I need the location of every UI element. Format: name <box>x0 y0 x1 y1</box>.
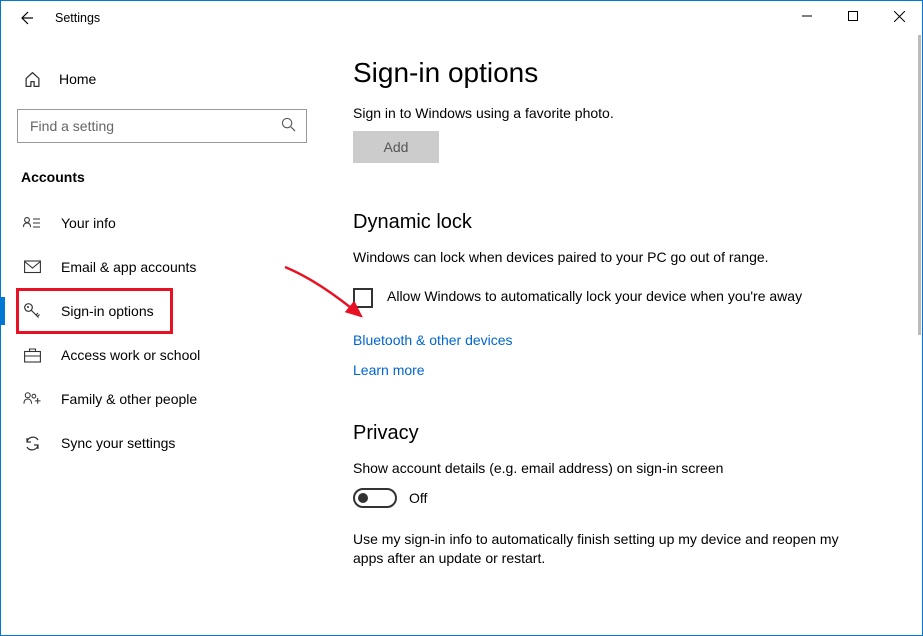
window-title: Settings <box>55 11 100 25</box>
dynamic-lock-checkbox[interactable] <box>353 288 373 308</box>
minimize-button[interactable] <box>784 1 830 31</box>
sidebar-item-sync-settings[interactable]: Sync your settings <box>17 421 309 465</box>
envelope-icon <box>23 258 41 276</box>
privacy-toggle[interactable] <box>353 488 397 508</box>
search-icon <box>281 117 296 135</box>
sidebar-item-label: Your info <box>61 215 116 231</box>
search-input-wrapper[interactable] <box>17 109 307 143</box>
privacy-toggle-label: Off <box>409 490 427 506</box>
dynamic-lock-title: Dynamic lock <box>353 211 892 234</box>
sync-icon <box>23 434 41 452</box>
main-content: Sign-in options Sign in to Windows using… <box>325 35 922 635</box>
add-button[interactable]: Add <box>353 131 439 163</box>
page-title: Sign-in options <box>353 57 892 89</box>
home-icon <box>23 70 41 88</box>
sidebar-item-label: Sign-in options <box>61 303 154 319</box>
window-controls <box>784 1 922 31</box>
dynamic-lock-checkbox-label: Allow Windows to automatically lock your… <box>387 287 802 307</box>
dynamic-lock-desc: Windows can lock when devices paired to … <box>353 248 853 267</box>
bluetooth-devices-link[interactable]: Bluetooth & other devices <box>353 332 892 348</box>
sidebar-item-email-accounts[interactable]: Email & app accounts <box>17 245 309 289</box>
sidebar-item-label: Sync your settings <box>61 435 175 451</box>
sidebar-item-label: Access work or school <box>61 347 200 363</box>
sidebar-item-label: Home <box>59 71 96 87</box>
briefcase-icon <box>23 346 41 364</box>
sidebar-nav: Your info Email & app accounts Sign-in o… <box>17 201 309 465</box>
sidebar-item-your-info[interactable]: Your info <box>17 201 309 245</box>
sidebar-item-home[interactable]: Home <box>17 61 309 97</box>
learn-more-link[interactable]: Learn more <box>353 362 892 378</box>
privacy-desc: Show account details (e.g. email address… <box>353 459 853 478</box>
sidebar-item-access-work-school[interactable]: Access work or school <box>17 333 309 377</box>
sidebar-item-label: Family & other people <box>61 391 197 407</box>
privacy-footer-text: Use my sign-in info to automatically fin… <box>353 530 853 568</box>
dynamic-lock-checkbox-row[interactable]: Allow Windows to automatically lock your… <box>353 287 823 308</box>
search-input[interactable] <box>28 117 281 135</box>
sidebar-item-label: Email & app accounts <box>61 259 196 275</box>
key-icon <box>23 302 41 320</box>
sidebar: Home Accounts Your info Email & app acco… <box>1 35 325 635</box>
scrollbar-thumb[interactable] <box>918 35 921 335</box>
favorite-photo-text: Sign in to Windows using a favorite phot… <box>353 105 892 121</box>
people-plus-icon <box>23 390 41 408</box>
sidebar-item-family-people[interactable]: Family & other people <box>17 377 309 421</box>
sidebar-item-sign-in-options[interactable]: Sign-in options <box>17 289 172 333</box>
privacy-toggle-row: Off <box>353 488 892 508</box>
maximize-button[interactable] <box>830 1 876 31</box>
back-button[interactable] <box>11 3 41 33</box>
person-card-icon <box>23 214 41 232</box>
privacy-title: Privacy <box>353 422 892 445</box>
close-button[interactable] <box>876 1 922 31</box>
sidebar-section-label: Accounts <box>21 169 309 185</box>
